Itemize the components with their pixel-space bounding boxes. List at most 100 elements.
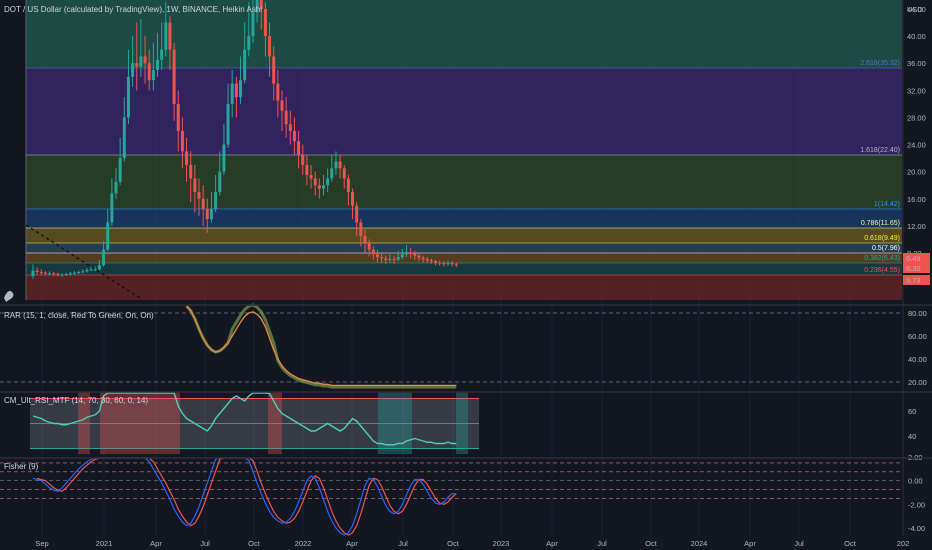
candle-body (346, 178, 350, 192)
candle-body (400, 254, 404, 258)
price-tick: 12.00 (907, 222, 926, 231)
rar-tick: 60.00 (908, 332, 927, 341)
chart-canvas[interactable]: 2.618(35.32) 1.618(22.40) 1(14.42) 0.786(11… (0, 0, 932, 550)
time-tick: Apr (150, 539, 162, 548)
time-tick: Sep (35, 539, 48, 548)
rsi-tick: 60 (908, 407, 916, 416)
rar-tick: 20.00 (908, 378, 927, 387)
rsi-tick: 40 (908, 432, 916, 441)
fib-label: 0.786(11.65) (861, 220, 900, 227)
candle-body (110, 193, 114, 223)
candle-body (168, 22, 172, 50)
time-tick: Jul (794, 539, 804, 548)
candle-body (438, 262, 442, 264)
candle-body (284, 110, 288, 125)
candle-body (268, 36, 272, 57)
time-tick: 2023 (493, 539, 510, 548)
time-tick: 202 (897, 539, 910, 548)
candle-body (193, 178, 197, 192)
candle-body (122, 117, 126, 159)
candle-body (454, 263, 458, 265)
rar-tick: 80.00 (908, 309, 927, 318)
candle-body (309, 175, 313, 179)
last-price-label: 5.73 (906, 276, 921, 285)
candle-body (359, 222, 363, 237)
candle-body (243, 49, 247, 81)
candle-body (222, 144, 226, 172)
time-tick: Oct (447, 539, 460, 548)
candle-body (413, 253, 417, 256)
candle-body (363, 236, 367, 243)
fib-label: 2.618(35.32) (860, 60, 900, 67)
fib-label: 0.618(9.49) (864, 235, 900, 242)
candle-body (417, 255, 421, 258)
rar-title: RAR (15, 1, close, Red To Green, On, On) (4, 311, 154, 320)
candle-body (305, 164, 309, 176)
candle-body (35, 270, 39, 272)
rsi-highlight (268, 392, 282, 454)
candle-body (156, 59, 159, 70)
candle-body (214, 192, 218, 209)
time-tick: 2021 (96, 539, 113, 548)
candle-body (322, 185, 325, 189)
currency-label: USD (907, 5, 923, 14)
candle-body (434, 261, 438, 263)
candle-body (234, 83, 238, 98)
price-tick: 28.00 (907, 113, 926, 122)
time-axis-bg (0, 536, 932, 550)
time-tick: Jul (398, 539, 408, 548)
time-tick: Apr (546, 539, 558, 548)
candle-body (380, 257, 384, 259)
candle-body (288, 124, 292, 131)
rar-tick: 40.00 (908, 355, 927, 364)
candle-body (239, 80, 242, 98)
fib-label: 0.5(7.96) (872, 245, 900, 252)
time-axis[interactable]: Sep 2021 Apr Jul Oct 2022 Apr Jul Oct 2023 Apr Jul O… (0, 536, 932, 550)
candle-body (297, 141, 301, 155)
candle-body (180, 131, 184, 152)
fib-label: 1.618(22.40) (860, 147, 900, 154)
candle-body (114, 181, 118, 194)
price-tick: 24.00 (907, 141, 926, 150)
candle-body (247, 36, 251, 50)
candle-body (405, 253, 408, 255)
candle-body (425, 259, 429, 261)
candle-body (201, 198, 205, 209)
candle-body (446, 263, 450, 265)
candle-body (450, 263, 454, 265)
candle-body (197, 192, 201, 199)
candle-body (218, 171, 222, 192)
candle-body (151, 70, 155, 81)
candle-body (326, 178, 330, 186)
candle-body (301, 154, 305, 165)
candle-body (164, 22, 168, 50)
candle-body (189, 164, 193, 179)
candle-body (396, 257, 400, 260)
fisher-tick: 0.00 (908, 477, 923, 486)
price-tick: 32.00 (907, 86, 926, 95)
fib-zone (26, 68, 902, 155)
candle-body (118, 158, 122, 182)
candle-body (160, 49, 164, 60)
candle-body (93, 269, 97, 271)
fib-zone (26, 155, 902, 209)
candle-body (172, 49, 176, 104)
candle-body (68, 273, 72, 275)
candle-body (143, 56, 147, 64)
candle-body (280, 100, 284, 111)
time-tick: Oct (844, 539, 857, 548)
candle-body (351, 192, 355, 206)
price-tick: 36.00 (907, 59, 926, 68)
rsi-highlight (456, 392, 468, 454)
candle-body (371, 249, 375, 255)
fisher-tick: -4.00 (908, 524, 925, 533)
last-price-label: 6.49 (906, 254, 921, 263)
time-tick: Oct (248, 539, 261, 548)
chart-title: DOT / US Dollar (calculated by TradingVi… (4, 5, 262, 14)
candle-body (355, 205, 359, 223)
candle-body (56, 274, 60, 276)
candle-body (139, 56, 143, 67)
candle-body (409, 253, 413, 254)
candle-body (205, 208, 209, 220)
candle-body (313, 178, 317, 186)
